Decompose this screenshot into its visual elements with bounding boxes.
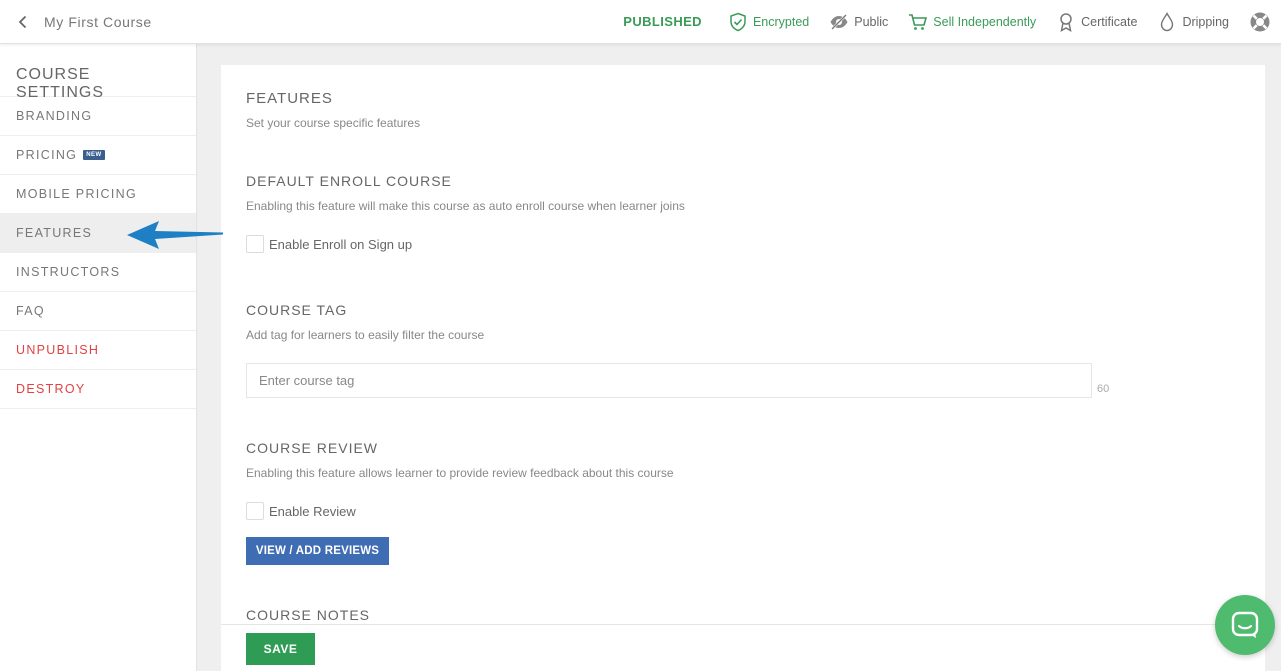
drop-icon [1161,11,1174,31]
page-subtitle: Set your course specific features [246,116,421,130]
sidebar-item-instructors[interactable]: INSTRUCTORS [0,253,196,292]
sidebar-item-branding[interactable]: BRANDING [0,97,196,136]
sidebar-item-label: MOBILE PRICING [16,187,137,201]
new-badge: NEW [83,150,105,160]
status-badge: PUBLISHED [623,14,702,29]
view-add-reviews-button[interactable]: VIEW / ADD REVIEWS [246,537,389,565]
certificate-toggle[interactable]: Certificate [1056,12,1137,32]
review-checkbox[interactable] [246,502,264,520]
sidebar-item-unpublish[interactable]: UNPUBLISH [0,331,196,370]
enroll-checkbox-label: Enable Enroll on Sign up [269,236,413,252]
sidebar-item-faq[interactable]: FAQ [0,292,196,331]
notes-heading: COURSE NOTES [246,607,371,623]
top-bar: My First Course PUBLISHED Encrypted Publ… [0,0,1281,44]
page-title: FEATURES [246,90,333,107]
save-button[interactable]: SAVE [246,633,315,665]
sidebar-item-label: BRANDING [16,109,93,123]
tag-char-counter: 60 [1097,383,1110,395]
sidebar-item-label: FAQ [16,304,45,318]
chat-widget-button[interactable] [1215,595,1275,655]
save-footer: SAVE [221,624,1265,671]
sidebar-item-mobile-pricing[interactable]: MOBILE PRICING [0,175,196,214]
enroll-description: Enabling this feature will make this cou… [246,199,685,213]
encrypted-label: Encrypted [752,14,810,29]
dripping-label: Dripping [1182,14,1229,29]
dripping-toggle[interactable]: Dripping [1157,11,1229,32]
chevron-left-icon [18,15,27,28]
enroll-checkbox-row[interactable]: Enable Enroll on Sign up [246,235,412,253]
eye-slash-icon [830,13,848,30]
chat-icon [1231,611,1259,638]
encrypted-toggle[interactable]: Encrypted [728,12,809,32]
sidebar-item-label: INSTRUCTORS [16,265,121,279]
sidebar-item-label: DESTROY [16,382,86,396]
tag-heading: COURSE TAG [246,302,348,318]
header-actions: PUBLISHED Encrypted Public Sell Independ… [623,0,1281,44]
sidebar-item-label: UNPUBLISH [16,343,100,357]
review-checkbox-label: Enable Review [269,503,356,519]
settings-sidebar: COURSE SETTINGS BRANDING PRICING NEW MOBI… [0,44,197,671]
course-tag-input[interactable] [246,363,1092,398]
enroll-checkbox[interactable] [246,235,264,253]
sidebar-item-destroy[interactable]: DESTROY [0,370,196,409]
sidebar-title: COURSE SETTINGS [0,44,196,101]
review-description: Enabling this feature allows learner to … [246,466,674,480]
review-checkbox-row[interactable]: Enable Review [246,502,356,520]
sidebar-item-label: FEATURES [16,226,93,240]
course-title: My First Course [44,13,152,30]
sell-independently-toggle[interactable]: Sell Independently [908,12,1036,32]
back-button[interactable] [16,15,30,29]
certificate-label: Certificate [1081,14,1138,29]
shield-check-icon [730,12,746,31]
ribbon-icon [1060,12,1072,32]
enroll-heading: DEFAULT ENROLL COURSE [246,173,452,189]
pointer-arrow-icon [127,221,223,249]
lifebuoy-icon[interactable] [1249,11,1271,33]
public-toggle[interactable]: Public [829,12,888,32]
sidebar-item-pricing[interactable]: PRICING NEW [0,136,196,175]
features-panel: FEATURES Set your course specific featur… [221,65,1265,671]
review-heading: COURSE REVIEW [246,440,379,456]
tag-description: Add tag for learners to easily filter th… [246,328,485,342]
sidebar-item-label: PRICING [16,148,78,162]
cart-icon [909,13,928,30]
sell-independently-label: Sell Independently [933,14,1037,29]
public-label: Public [854,14,889,29]
